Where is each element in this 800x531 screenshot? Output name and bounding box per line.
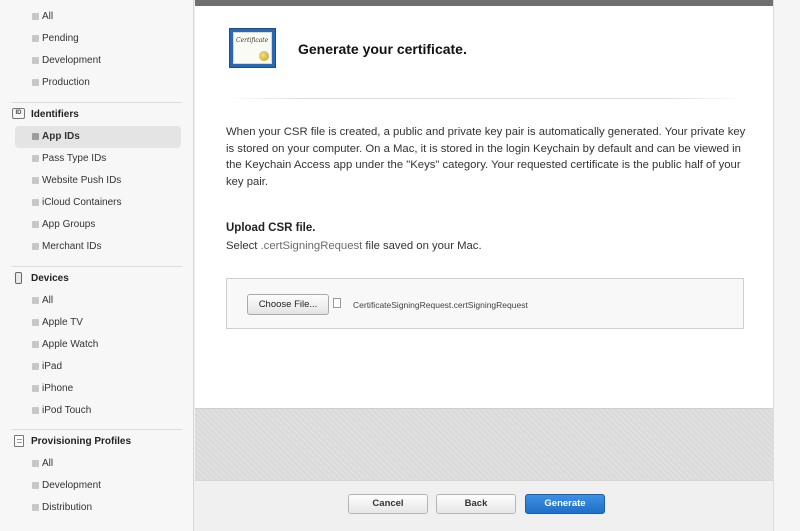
sidebar-item-label: Apple Watch — [42, 339, 99, 350]
sidebar-divider — [12, 429, 182, 430]
sidebar-item-devices-all[interactable]: All — [15, 290, 181, 312]
sidebar-item-app-groups[interactable]: App Groups — [15, 214, 181, 236]
bullet-icon — [32, 13, 39, 20]
sidebar-item-ipad[interactable]: iPad — [15, 356, 181, 378]
right-margin — [773, 0, 800, 531]
certificate-icon: Certificate — [229, 28, 276, 68]
file-upload-box: Choose File... CertificateSigningRequest… — [226, 278, 744, 329]
sidebar-item-label: iPhone — [42, 383, 74, 394]
sidebar-item-merchant-ids[interactable]: Merchant IDs — [15, 236, 181, 258]
bullet-icon — [32, 177, 39, 184]
bullet-icon — [32, 341, 39, 348]
bullet-icon — [32, 57, 39, 64]
document-icon — [14, 435, 24, 447]
sidebar-item-certificates-production[interactable]: Production — [15, 72, 181, 94]
sidebar-item-certificates-pending[interactable]: Pending — [15, 28, 181, 50]
sidebar-item-label: All — [42, 11, 54, 22]
choose-file-button[interactable]: Choose File... — [247, 294, 329, 315]
sidebar-item-certificates-development[interactable]: Development — [15, 50, 181, 72]
bullet-icon — [32, 504, 39, 511]
main-panel — [195, 6, 773, 408]
sidebar-divider — [12, 102, 182, 103]
sidebar-header-label: Devices — [31, 273, 69, 284]
sidebar-item-ipod-touch[interactable]: iPod Touch — [15, 400, 181, 422]
sidebar-item-label: iCloud Containers — [42, 197, 122, 208]
sidebar-item-label: Pending — [42, 33, 79, 44]
bullet-icon — [32, 460, 39, 467]
sidebar-item-profiles-distribution[interactable]: Distribution — [15, 497, 181, 519]
sidebar-item-label: Distribution — [42, 502, 93, 513]
back-button[interactable]: Back — [436, 494, 516, 514]
sidebar-item-label: Website Push IDs — [42, 175, 122, 186]
sidebar-item-label: App IDs — [42, 131, 80, 142]
sidebar-header-provisioning-profiles: Provisioning Profiles — [12, 432, 182, 452]
sidebar-item-label: Pass Type IDs — [42, 153, 107, 164]
cancel-button[interactable]: Cancel — [348, 494, 428, 514]
sidebar-item-icloud-containers[interactable]: iCloud Containers — [15, 192, 181, 214]
file-icon — [333, 298, 341, 308]
sidebar-header-identifiers: ID Identifiers — [12, 105, 182, 125]
title-divider — [226, 98, 744, 99]
bullet-icon — [32, 199, 39, 206]
instruction-prefix: Select — [226, 240, 261, 252]
sidebar-item-label: Development — [42, 55, 101, 66]
sidebar-item-label: iPod Touch — [42, 405, 92, 416]
bullet-icon — [32, 79, 39, 86]
sidebar-item-label: Apple TV — [42, 317, 83, 328]
sidebar-item-iphone[interactable]: iPhone — [15, 378, 181, 400]
device-icon — [15, 272, 22, 284]
sidebar-item-profiles-development[interactable]: Development — [15, 475, 181, 497]
upload-instructions: Select .certSigningRequest file saved on… — [226, 240, 482, 252]
sidebar-item-apple-watch[interactable]: Apple Watch — [15, 334, 181, 356]
bullet-icon — [32, 297, 39, 304]
sidebar-item-app-ids[interactable]: App IDs — [15, 126, 181, 148]
seal-icon — [259, 51, 269, 61]
sidebar-header-label: Identifiers — [31, 109, 79, 120]
instruction-suffix: file saved on your Mac. — [362, 240, 482, 252]
certificate-icon-text: Certificate — [236, 37, 269, 44]
bullet-icon — [32, 407, 39, 414]
sidebar-item-label: App Groups — [42, 219, 96, 230]
sidebar-divider — [12, 266, 182, 267]
sidebar-item-website-push-ids[interactable]: Website Push IDs — [15, 170, 181, 192]
sidebar-item-label: iPad — [42, 361, 63, 372]
bullet-icon — [32, 319, 39, 326]
sidebar-item-label: All — [42, 458, 54, 469]
description-text: When your CSR file is created, a public … — [226, 126, 746, 188]
generate-button[interactable]: Generate — [525, 494, 605, 514]
sidebar-item-label: Merchant IDs — [42, 241, 102, 252]
selected-file-name: CertificateSigningRequest.certSigningReq… — [353, 300, 528, 310]
bullet-icon — [32, 155, 39, 162]
page-title: Generate your certificate. — [298, 41, 467, 57]
sidebar: All Pending Development Production ID Id… — [0, 0, 194, 531]
sidebar-item-apple-tv[interactable]: Apple TV — [15, 312, 181, 334]
bullet-icon — [32, 35, 39, 42]
content-bottom-band — [195, 408, 773, 480]
sidebar-header-devices: Devices — [12, 269, 182, 289]
upload-heading: Upload CSR file. — [226, 222, 316, 234]
file-extension: .certSigningRequest — [260, 240, 363, 252]
sidebar-item-label: Production — [42, 77, 90, 88]
id-badge-icon: ID — [12, 108, 25, 119]
bullet-icon — [32, 221, 39, 228]
bullet-icon — [32, 133, 39, 140]
sidebar-item-label: All — [42, 295, 54, 306]
sidebar-item-label: Development — [42, 480, 101, 491]
sidebar-item-pass-type-ids[interactable]: Pass Type IDs — [15, 148, 181, 170]
bullet-icon — [32, 243, 39, 250]
sidebar-item-certificates-all[interactable]: All — [15, 6, 181, 28]
sidebar-header-label: Provisioning Profiles — [31, 436, 132, 447]
sidebar-item-profiles-all[interactable]: All — [15, 453, 181, 475]
bullet-icon — [32, 482, 39, 489]
bullet-icon — [32, 363, 39, 370]
bullet-icon — [32, 385, 39, 392]
